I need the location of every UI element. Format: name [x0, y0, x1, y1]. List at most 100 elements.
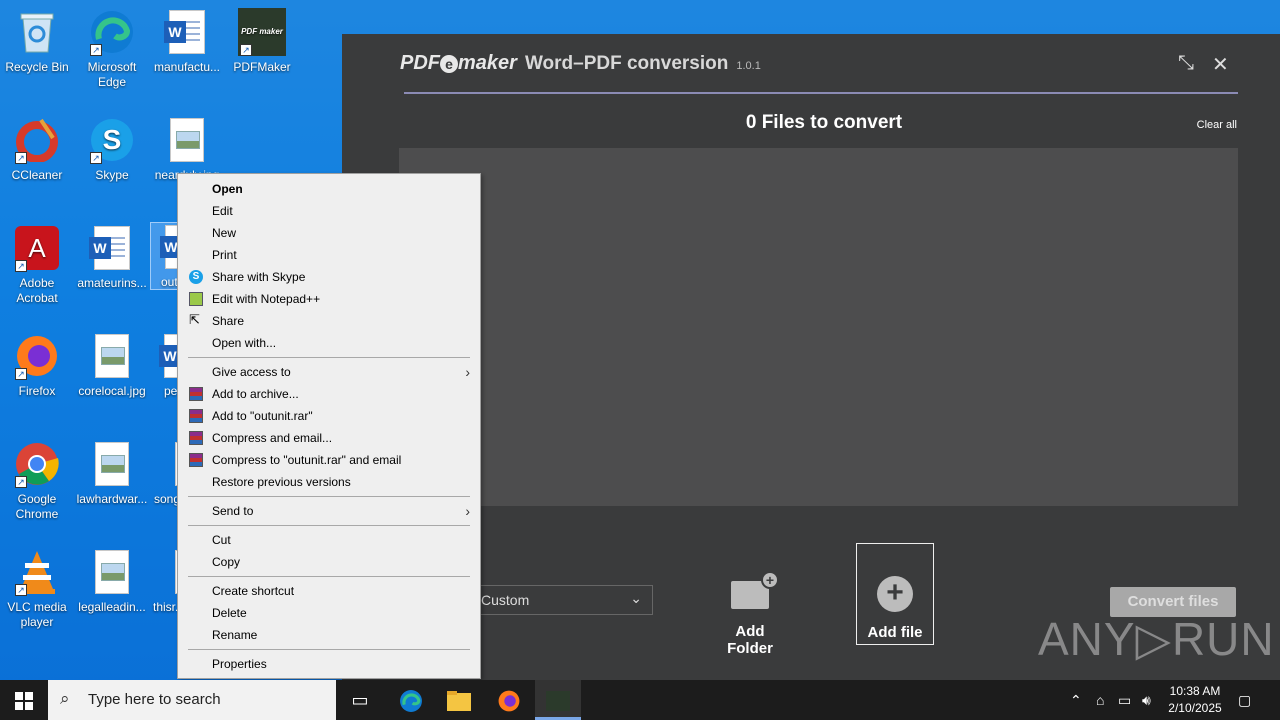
menu-item-label: Cut	[212, 533, 231, 547]
meet-now-icon[interactable]: ⌂	[1096, 680, 1104, 720]
system-clock[interactable]: 10:38 AM 2/10/2025	[1160, 683, 1230, 717]
desktop-icon-manufactu[interactable]: W manufactu...	[150, 8, 224, 75]
menu-item-compress-email[interactable]: Compress and email...	[178, 427, 480, 449]
desktop-icon-label: legalleadin...	[78, 600, 146, 614]
menu-item-edit[interactable]: Edit	[178, 200, 480, 222]
winrar-icon	[189, 431, 203, 445]
menu-item-label: Delete	[212, 606, 247, 620]
firefox-taskbar-icon[interactable]	[486, 680, 532, 720]
menu-item-properties[interactable]: Properties	[178, 653, 480, 675]
menu-item-label: Open with...	[212, 336, 277, 350]
menu-item-add-to-rar[interactable]: Add to "outunit.rar"	[178, 405, 480, 427]
menu-item-label: Rename	[212, 628, 258, 642]
menu-separator	[188, 525, 470, 526]
shortcut-arrow-icon: ↗	[90, 44, 102, 56]
desktop-icon-label: pe...	[164, 384, 180, 398]
desktop-icon-label: Skype	[95, 168, 129, 182]
menu-item-cut[interactable]: Cut	[178, 529, 480, 551]
menu-item-edit-notepadpp[interactable]: Edit with Notepad++	[178, 288, 480, 310]
clock-time: 10:38 AM	[1169, 684, 1221, 698]
desktop-icon-label: VLC media player	[7, 600, 67, 629]
taskbar-search-box[interactable]: ⌕ Type here to search	[48, 680, 336, 720]
menu-item-compress-rar-email[interactable]: Compress to "outunit.rar" and email	[178, 449, 480, 471]
desktop-icon-legalleadin[interactable]: legalleadin...	[75, 548, 149, 615]
shortcut-arrow-icon: ↗	[90, 152, 102, 164]
menu-item-send-to[interactable]: Send to ›	[178, 500, 480, 522]
desktop-icon-label: lawhardwar...	[76, 492, 148, 506]
desktop-icon-song[interactable]: song...	[150, 440, 180, 507]
desktop-icon-skype[interactable]: S ↗ Skype	[75, 116, 149, 183]
menu-item-open-with[interactable]: Open with...	[178, 332, 480, 354]
menu-item-rename[interactable]: Rename	[178, 624, 480, 646]
notification-icon[interactable]: ▢	[1238, 680, 1251, 720]
volume-icon[interactable]: 🔊︎	[1142, 680, 1151, 720]
desktop-icon-vlc[interactable]: ↗ VLC media player	[0, 548, 74, 630]
shortcut-arrow-icon: ↗	[15, 476, 27, 488]
desktop-icon-thisr[interactable]: thisr...	[150, 548, 180, 615]
desktop-icon-ccleaner[interactable]: ↗ CCleaner	[0, 116, 74, 183]
context-menu: Open Edit New Print S Share with Skype Ed…	[177, 173, 481, 679]
desktop-icon-label: Microsoft Edge	[87, 60, 137, 89]
desktop-icon-pe[interactable]: W pe...	[150, 332, 180, 399]
desktop-icon-label: Google Chrome	[15, 492, 59, 521]
menu-item-copy[interactable]: Copy	[178, 551, 480, 573]
menu-item-restore-versions[interactable]: Restore previous versions	[178, 471, 480, 493]
desktop-icon-label: song...	[154, 492, 180, 506]
add-file-button[interactable]: + Add file	[856, 543, 934, 645]
add-folder-button[interactable]: + Add Folder	[711, 543, 789, 657]
desktop-icon-pdfmaker[interactable]: PDF maker ↗ PDFMaker	[225, 8, 299, 75]
desktop-icon-outunit[interactable]: W out...	[150, 222, 180, 290]
clock-date: 2/10/2025	[1168, 701, 1222, 715]
close-icon[interactable]: ✕	[1212, 52, 1229, 77]
desktop-icon-google-chrome[interactable]: ↗ Google Chrome	[0, 440, 74, 522]
file-drop-area[interactable]	[399, 148, 1238, 506]
chevron-up-icon[interactable]: ⌃	[1070, 680, 1082, 720]
menu-separator	[188, 496, 470, 497]
image-file-icon	[88, 332, 136, 380]
desktop-icon-adobe-acrobat[interactable]: A ↗ Adobe Acrobat	[0, 224, 74, 306]
start-button[interactable]	[0, 680, 48, 720]
menu-item-add-to-archive[interactable]: Add to archive...	[178, 383, 480, 405]
image-file-icon	[163, 116, 211, 164]
menu-item-print[interactable]: Print	[178, 244, 480, 266]
menu-item-share[interactable]: ⇱ Share	[178, 310, 480, 332]
desktop-icon-recycle-bin[interactable]: Recycle Bin	[0, 8, 74, 75]
pdfmaker-taskbar-icon[interactable]	[535, 680, 581, 720]
notepadpp-icon	[189, 292, 203, 306]
menu-item-new[interactable]: New	[178, 222, 480, 244]
desktop-icon-label: Recycle Bin	[5, 60, 69, 74]
desktop-icon-label: out...	[161, 275, 179, 289]
files-count-heading: 0 Files to convert	[745, 112, 903, 133]
menu-item-share-with-skype[interactable]: S Share with Skype	[178, 266, 480, 288]
menu-item-label: Restore previous versions	[212, 475, 351, 489]
dropdown-value: Custom	[481, 592, 530, 608]
search-placeholder: Type here to search	[88, 691, 221, 708]
desktop-icon-microsoft-edge[interactable]: ↗ Microsoft Edge	[75, 8, 149, 90]
shortcut-arrow-icon: ↗	[240, 44, 252, 56]
winrar-icon	[189, 409, 203, 423]
menu-item-delete[interactable]: Delete	[178, 602, 480, 624]
desktop-icon-label: amateurins...	[77, 276, 147, 290]
desktop-icon-amateurins[interactable]: W amateurins...	[75, 224, 149, 291]
network-icon[interactable]: ▭	[1118, 680, 1131, 720]
task-view-icon[interactable]: ▭	[337, 680, 383, 720]
menu-item-open[interactable]: Open	[178, 178, 480, 200]
menu-item-give-access[interactable]: Give access to ›	[178, 361, 480, 383]
taskbar: ⌕ Type here to search ▭ ⌃ ⌂ ▭ 🔊︎ 10:38 A…	[0, 680, 1280, 720]
desktop-icon-corelocal[interactable]: corelocal.jpg	[75, 332, 149, 399]
shortcut-arrow-icon: ↗	[15, 260, 27, 272]
minimize-icon[interactable]: ⤡	[1178, 52, 1194, 75]
clear-all-button[interactable]: Clear all	[1197, 119, 1237, 131]
desktop-icon-label: PDFMaker	[233, 60, 291, 74]
folder-add-icon: +	[731, 571, 779, 609]
menu-item-label: Add to "outunit.rar"	[212, 409, 313, 423]
file-explorer-icon[interactable]	[436, 680, 482, 720]
app-version: 1.0.1	[736, 60, 761, 72]
desktop-icon-lawhardwar[interactable]: lawhardwar...	[75, 440, 149, 507]
edge-taskbar-icon[interactable]	[388, 680, 434, 720]
menu-item-create-shortcut[interactable]: Create shortcut	[178, 580, 480, 602]
firefox-icon: ↗	[13, 332, 61, 380]
logo-e-badge: e	[440, 55, 458, 73]
desktop-icon-firefox[interactable]: ↗ Firefox	[0, 332, 74, 399]
menu-item-label: Give access to	[212, 365, 291, 379]
